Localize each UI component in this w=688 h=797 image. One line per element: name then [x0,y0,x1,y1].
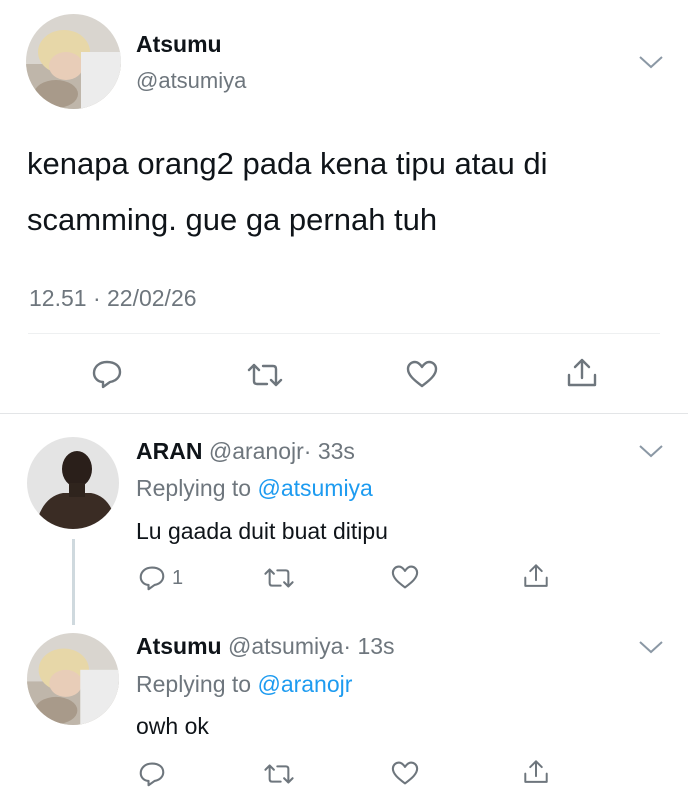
replying-to-link[interactable]: @aranojr [257,671,352,697]
reply-icon [139,762,165,787]
like-icon [406,360,438,388]
divider-bottom [0,413,688,414]
replying-to-line: Replying to @atsumiya [136,475,373,502]
reply-header: ARAN @aranojr· 33s [136,438,355,465]
share-icon [567,358,597,387]
main-tweet: Atsumu @atsumiya kenapa orang2 pada kena… [0,0,688,415]
avatar-atsumu[interactable] [26,14,121,109]
like-button[interactable] [390,760,420,786]
reply-button[interactable]: 1 [138,565,183,591]
reply-time: · 13s [343,633,395,659]
like-button[interactable] [405,359,439,389]
share-button[interactable] [522,561,550,591]
retweet-button[interactable] [262,566,296,590]
retweet-icon [264,568,294,588]
replying-to-label: Replying to [136,671,252,697]
reply-text: Lu gaada duit buat ditipu [136,518,388,544]
chevron-down-icon[interactable] [638,54,664,75]
tweet-text-line-1: kenapa orang2 pada kena tipu atau di [27,146,548,181]
reply-author-handle[interactable]: @atsumiya [228,633,343,659]
reply-header: Atsumu @atsumiya· 13s [136,633,395,660]
retweet-button[interactable] [262,762,296,786]
reply-author-name[interactable]: ARAN [136,438,202,464]
retweet-icon [264,764,294,784]
reply-icon [92,360,122,389]
reply-time: · 33s [303,438,355,464]
like-icon [391,565,419,589]
chevron-down-icon[interactable] [638,443,664,464]
reply-author-name[interactable]: Atsumu [136,633,222,659]
reply-button[interactable] [91,359,123,389]
reply-count: 1 [172,566,184,589]
reply-button[interactable] [138,761,166,787]
share-icon [524,564,548,587]
retweet-icon [247,363,283,387]
divider-top [28,333,660,334]
like-icon [391,761,419,785]
retweet-button[interactable] [245,361,285,389]
replying-to-line: Replying to @aranojr [136,671,352,698]
replying-to-link[interactable]: @atsumiya [257,475,372,501]
tweet-text-line-2: scamming. gue ga pernah tuh [27,202,438,237]
share-button[interactable] [565,356,599,390]
reply-author-handle[interactable]: @aranojr [209,438,304,464]
author-name[interactable]: Atsumu [136,31,222,58]
like-button[interactable] [390,564,420,590]
share-icon [524,760,548,783]
reply-icon [139,566,165,591]
chevron-down-icon[interactable] [638,639,664,660]
reply-tweet-2: Atsumu @atsumiya· 13s Replying to @arano… [0,615,688,797]
avatar-aran[interactable] [27,437,119,529]
author-handle[interactable]: @atsumiya [136,68,246,94]
reply-tweet-1: ARAN @aranojr· 33s Replying to @atsumiya… [0,415,688,625]
avatar-atsumu[interactable] [27,633,119,725]
share-button[interactable] [522,757,550,787]
thread-line [72,539,75,625]
reply-text: owh ok [136,713,209,739]
tweet-timestamp: 12.51 · 22/02/26 [29,285,197,311]
replying-to-label: Replying to [136,475,252,501]
